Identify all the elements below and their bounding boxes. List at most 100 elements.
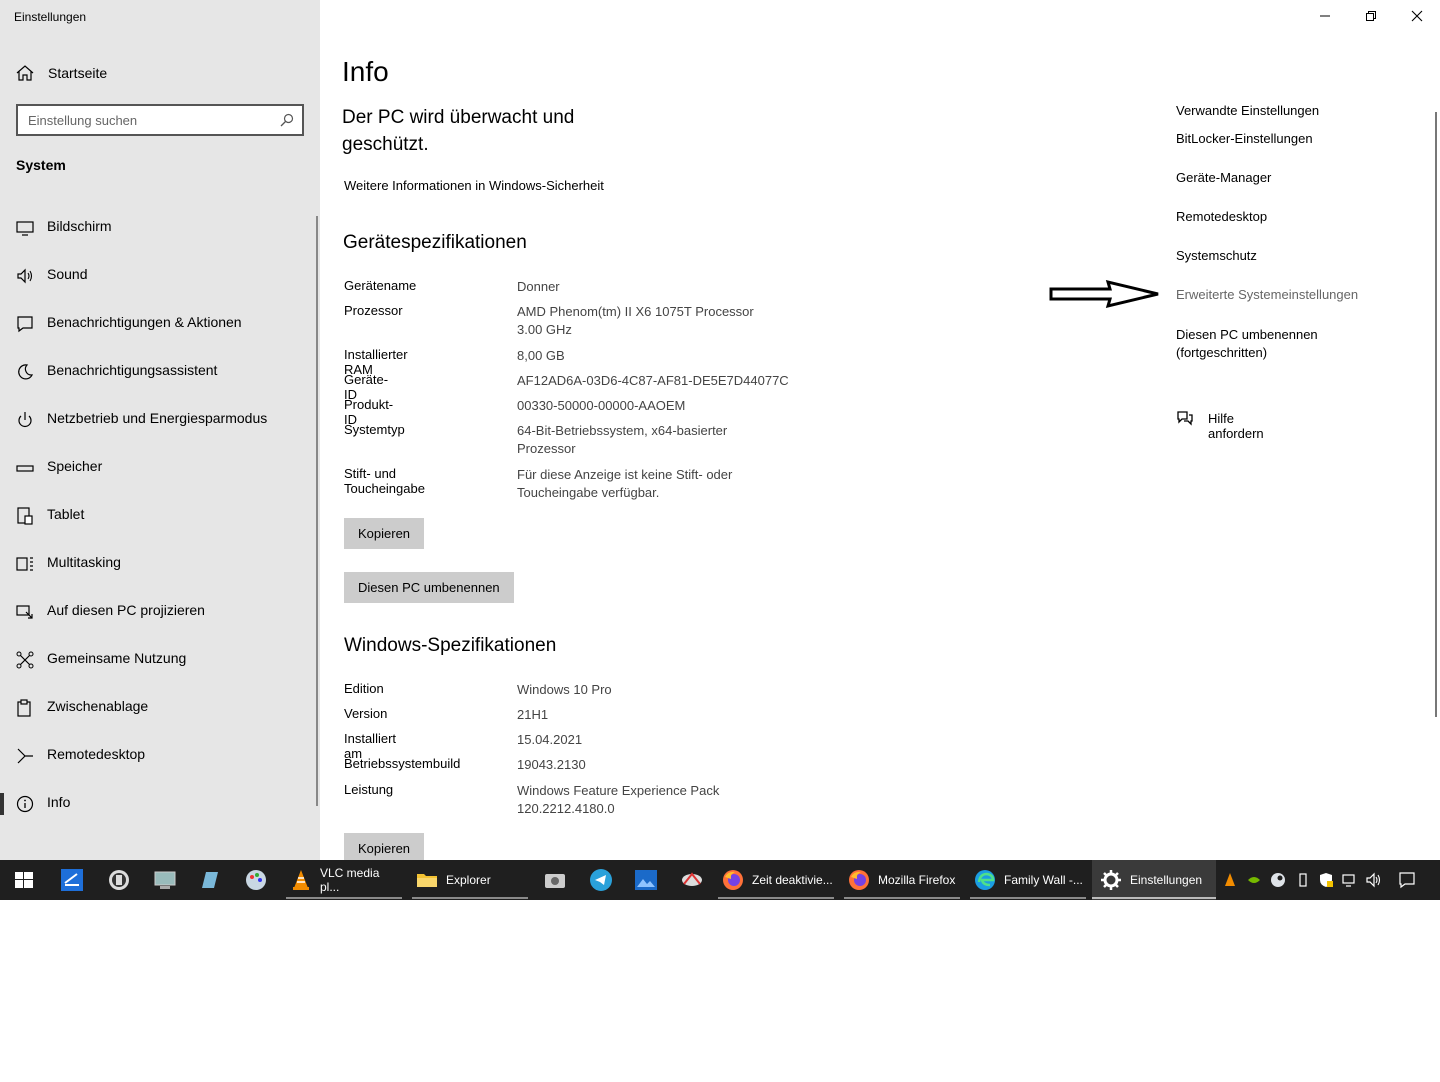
restore-icon	[1366, 11, 1376, 21]
spec-key: Version	[344, 706, 388, 721]
windows-specs-heading: Windows-Spezifikationen	[344, 635, 557, 656]
search-input[interactable]	[18, 106, 268, 134]
spec-key: Gerätename	[344, 278, 417, 293]
sidebar-item-label: Multitasking	[47, 554, 121, 570]
sidebar-item-label: Netzbetrieb und Energiesparmodus	[47, 410, 268, 426]
windows-start-icon[interactable]	[12, 868, 36, 892]
sidebar-scrollbar[interactable]	[316, 216, 318, 806]
bitlocker-link[interactable]: BitLocker-Einstellungen	[1176, 130, 1313, 148]
settings-window: Einstellungen Startseite System Bildschi…	[0, 0, 1440, 860]
info-icon	[16, 795, 34, 813]
notepad-app-icon[interactable]	[198, 868, 222, 892]
sidebar-item-label: Tablet	[47, 506, 85, 522]
sidebar-item-benachrichtigungsassistent[interactable]: Benachrichtigungsassistent	[0, 348, 320, 396]
sidebar-item-label: Speicher	[47, 458, 103, 474]
spec-value: 00330-50000-00000-AAOEM	[517, 398, 686, 413]
utility-app-icon[interactable]	[680, 868, 704, 892]
sidebar-item-info[interactable]: Info	[0, 780, 320, 828]
taskbar-app-edge[interactable]: Family Wall -...	[970, 860, 1086, 900]
remote-desktop-link[interactable]: Remotedesktop	[1176, 208, 1267, 226]
nvidia-tray-icon[interactable]	[1246, 872, 1262, 888]
sidebar-item-projizieren[interactable]: Auf diesen PC projizieren	[0, 588, 320, 636]
close-icon	[1411, 10, 1423, 22]
window-controls	[1302, 0, 1440, 32]
page-title: Info	[342, 56, 389, 87]
volume-tray-icon[interactable]	[1366, 872, 1382, 888]
minimize-button[interactable]	[1302, 0, 1348, 32]
sidebar-item-label: Gemeinsame Nutzung	[47, 650, 187, 666]
running-indicator	[718, 897, 834, 899]
monitor-app-icon[interactable]	[153, 868, 177, 892]
sidebar-item-speicher[interactable]: Speicher	[0, 444, 320, 492]
vlc-icon	[293, 870, 309, 890]
project-icon	[16, 605, 33, 619]
sidebar-item-multitasking[interactable]: Multitasking	[0, 540, 320, 588]
sidebar-item-remotedesktop[interactable]: Remotedesktop	[0, 732, 320, 780]
taskbar-app-vlc[interactable]: VLC media pl...	[286, 860, 402, 900]
main-content: Info Der PC wird überwacht und geschützt…	[320, 0, 1440, 860]
system-protection-link[interactable]: Systemschutz	[1176, 247, 1257, 265]
notification-icon	[17, 316, 33, 333]
sidebar-item-netzbetrieb[interactable]: Netzbetrieb und Energiesparmodus	[0, 396, 320, 444]
sidebar-item-zwischenablage[interactable]: Zwischenablage	[0, 684, 320, 732]
sidebar-item-benachrichtigungen[interactable]: Benachrichtigungen & Aktionen	[0, 300, 320, 348]
device-manager-link[interactable]: Geräte-Manager	[1176, 169, 1271, 187]
rename-pc-button[interactable]: Diesen PC umbenennen	[344, 572, 514, 603]
taskbar-app-explorer[interactable]: Explorer	[412, 860, 528, 900]
copy-windows-specs-button[interactable]: Kopieren	[344, 833, 425, 860]
spec-value: 15.04.2021	[517, 732, 583, 747]
media-app-icon[interactable]	[107, 868, 131, 892]
scanner-app-icon[interactable]	[60, 868, 84, 892]
paint-app-icon[interactable]	[244, 868, 268, 892]
taskbar-app-firefox-2[interactable]: Mozilla Firefox	[844, 860, 960, 900]
sidebar-item-tablet[interactable]: Tablet	[0, 492, 320, 540]
action-center-icon[interactable]	[1398, 871, 1416, 889]
security-link[interactable]: Weitere Informationen in Windows-Sicherh…	[344, 178, 604, 193]
sidebar-item-bildschirm[interactable]: Bildschirm	[0, 204, 320, 252]
steam-tray-icon[interactable]	[1270, 872, 1286, 888]
vlc-tray-icon[interactable]	[1222, 872, 1238, 888]
running-indicator	[844, 897, 960, 899]
taskbar: VLC media pl... Explorer Zeit deaktivie.…	[0, 860, 1440, 900]
remote-icon	[17, 748, 33, 764]
sidebar-item-gemeinsame-nutzung[interactable]: Gemeinsame Nutzung	[0, 636, 320, 684]
photos-app-icon[interactable]	[634, 868, 658, 892]
section-label-system: System	[16, 157, 66, 173]
get-help-label: Hilfe anfordern	[1208, 411, 1264, 441]
advanced-system-settings-link[interactable]: Erweiterte Systemeinstellungen	[1176, 286, 1358, 304]
help-chat-icon	[1177, 411, 1193, 426]
minimize-icon	[1320, 15, 1330, 17]
spec-value: AMD Phenom(tm) II X6 1075T Processor 3.0…	[517, 304, 754, 337]
sidebar-item-sound[interactable]: Sound	[0, 252, 320, 300]
usb-tray-icon[interactable]	[1295, 872, 1311, 888]
security-tray-icon[interactable]	[1318, 872, 1334, 888]
copy-device-specs-button[interactable]: Kopieren	[344, 518, 425, 549]
spec-value: Für diese Anzeige ist keine Stift- oder …	[517, 467, 733, 500]
clipboard-icon	[17, 699, 31, 717]
search-icon	[280, 113, 294, 127]
firefox-icon	[723, 870, 743, 890]
search-box[interactable]	[16, 104, 304, 136]
restore-button[interactable]	[1348, 0, 1394, 32]
telegram-icon[interactable]	[589, 868, 613, 892]
sidebar-nav: Bildschirm Sound Benachrichtigungen & Ak…	[0, 204, 320, 828]
gear-icon	[1101, 870, 1121, 890]
device-specs-heading: Gerätespezifikationen	[343, 232, 527, 253]
power-icon	[18, 412, 32, 427]
sidebar-item-label: Sound	[47, 266, 88, 282]
running-indicator	[1092, 897, 1216, 899]
running-indicator	[412, 897, 528, 899]
sidebar-item-label: Bildschirm	[47, 218, 112, 234]
taskbar-app-settings[interactable]: Einstellungen	[1092, 860, 1216, 900]
tablet-icon	[17, 507, 33, 525]
spec-value: Windows Feature Experience Pack 120.2212…	[517, 783, 720, 816]
taskbar-app-firefox-1[interactable]: Zeit deaktivie...	[718, 860, 834, 900]
spec-key: Stift- und Toucheingabe	[344, 466, 425, 496]
home-link[interactable]: Startseite	[0, 56, 320, 90]
camera-app-icon[interactable]	[543, 868, 567, 892]
close-button[interactable]	[1394, 0, 1440, 32]
main-scrollbar[interactable]	[1435, 112, 1437, 717]
rename-pc-advanced-link[interactable]: Diesen PC umbenennen (fortgeschritten)	[1176, 326, 1346, 362]
network-tray-icon[interactable]	[1342, 872, 1358, 888]
sidebar: Einstellungen Startseite System Bildschi…	[0, 0, 320, 860]
